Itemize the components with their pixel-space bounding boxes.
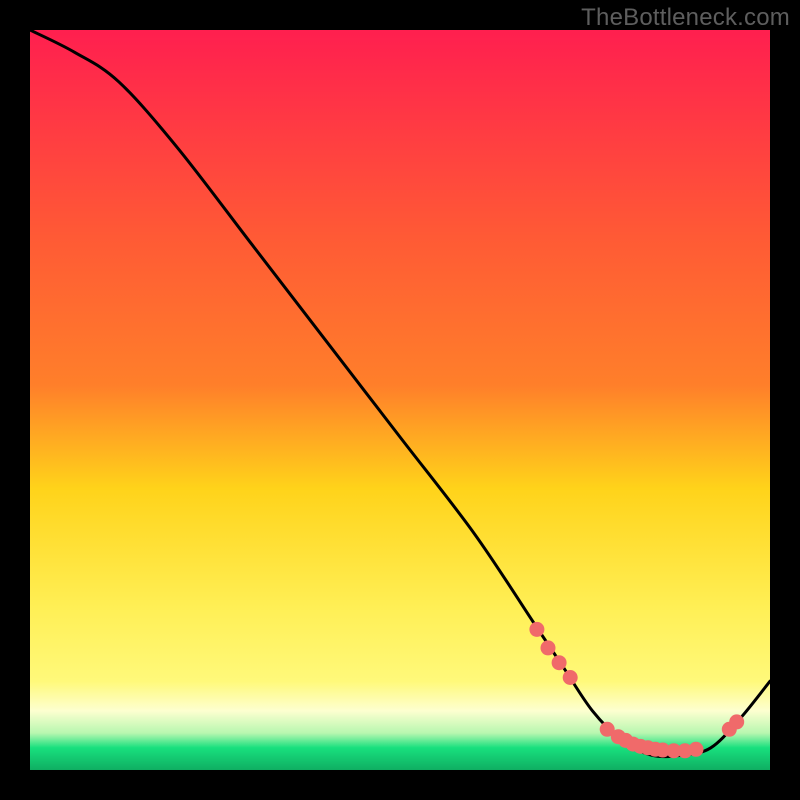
marker-dot xyxy=(541,640,556,655)
marker-dot xyxy=(529,622,544,637)
chart-frame: TheBottleneck.com xyxy=(0,0,800,800)
marker-dot xyxy=(563,670,578,685)
watermark-text: TheBottleneck.com xyxy=(581,4,790,32)
marker-dot xyxy=(552,655,567,670)
plot-svg xyxy=(30,30,770,770)
marker-dot xyxy=(689,742,704,757)
plot-area xyxy=(30,30,770,770)
marker-dot xyxy=(729,714,744,729)
gradient-bg xyxy=(30,30,770,770)
